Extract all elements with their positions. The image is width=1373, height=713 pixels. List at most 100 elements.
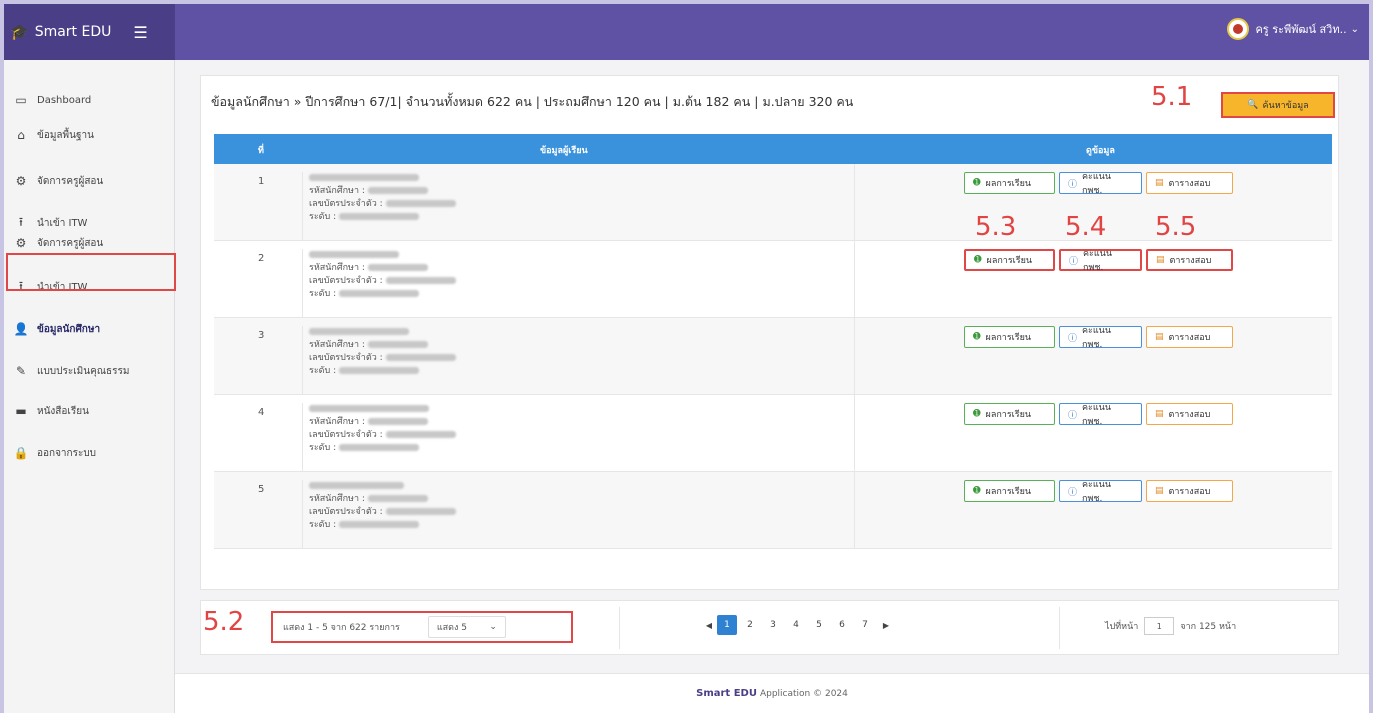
student-table: ที่ ข้อมูลผู้เรียน ดูข้อมูล 1 รหัสนักศึก…	[214, 134, 1332, 549]
exam-schedule-button[interactable]: ▤ ตารางสอบ	[1146, 172, 1233, 194]
id-card-icon: ▤	[1156, 255, 1165, 265]
id-card-icon: ▤	[1155, 178, 1164, 188]
info-circle-icon: ⓘ	[1068, 487, 1078, 498]
student-panel: ข้อมูลนักศึกษา » ปีการศึกษา 67/1| จำนวนท…	[200, 75, 1339, 590]
field-label: ระดับ :	[309, 443, 337, 453]
sidebar-item-label: นำเข้า ITW	[37, 217, 88, 229]
goto-page-input[interactable]: 1	[1144, 617, 1175, 635]
sidebar-item-logout[interactable]: 🔒 ออกจากระบบ	[4, 440, 175, 466]
row-number: 2	[258, 253, 265, 264]
user-menu[interactable]: ครู ระพีพัฒน์ สวิท.. ⌄	[1227, 18, 1359, 40]
avatar	[1227, 18, 1250, 40]
grades-button[interactable]: ➊ ผลการเรียน	[964, 403, 1055, 425]
page-2[interactable]: 2	[740, 615, 760, 635]
table-row: 2 รหัสนักศึกษา : เลขบัตรประจำตัว : ระดับ…	[214, 241, 1332, 318]
footer-brand: Smart EDU	[696, 688, 757, 699]
button-label: ผลการเรียน	[985, 179, 1032, 189]
exam-schedule-button[interactable]: ▤ ตารางสอบ	[1146, 249, 1233, 271]
per-page-value: แสดง 5	[436, 623, 467, 633]
annotation-label: 5.5	[1155, 212, 1197, 242]
goto-page: ไปที่หน้า 1 จาก 125 หน้า	[1105, 617, 1236, 635]
button-label: คะแนน กพช.	[1082, 326, 1111, 350]
grades-button[interactable]: ➊ ผลการเรียน	[964, 172, 1055, 194]
sidebar-item-textbooks[interactable]: ▬ หนังสือเรียน	[4, 398, 175, 424]
student-info: รหัสนักศึกษา : เลขบัตรประจำตัว : ระดับ :	[302, 249, 852, 317]
sidebar-item-ethics-survey[interactable]: ✎ แบบประเมินคุณธรรม	[4, 358, 175, 384]
annotation-label: 5.2	[203, 607, 245, 637]
grades-button[interactable]: ➊ ผลการเรียน	[964, 249, 1055, 271]
sidebar-item-label: ข้อมูลพื้นฐาน	[37, 129, 94, 141]
row-number: 4	[258, 407, 265, 418]
lock-icon: 🔒	[13, 446, 29, 460]
table-row: 4 รหัสนักศึกษา : เลขบัตรประจำตัว : ระดับ…	[214, 395, 1332, 472]
prev-page-icon[interactable]: ◀	[701, 621, 717, 630]
info-circle-icon: ⓘ	[1068, 410, 1078, 421]
exam-schedule-button[interactable]: ▤ ตารางสอบ	[1146, 403, 1233, 425]
id-card-icon: ▤	[1155, 486, 1164, 496]
student-name-redacted	[309, 405, 429, 412]
app-window: 🎓 Smart EDU ☰ ครู ระพีพัฒน์ สวิท.. ⌄ ▭ D…	[4, 4, 1369, 713]
exam-schedule-button[interactable]: ▤ ตารางสอบ	[1146, 480, 1233, 502]
button-label: ตารางสอบ	[1169, 256, 1212, 266]
student-info: รหัสนักศึกษา : เลขบัตรประจำตัว : ระดับ :	[302, 326, 852, 394]
brand[interactable]: 🎓 Smart EDU ☰	[4, 4, 175, 60]
page-5[interactable]: 5	[809, 615, 829, 635]
highlight-box	[6, 253, 176, 291]
student-name-redacted	[309, 482, 404, 489]
field-label: รหัสนักศึกษา :	[309, 263, 365, 273]
menu-toggle-icon[interactable]: ☰	[133, 23, 147, 42]
redacted-value	[385, 431, 456, 438]
column-divider	[854, 164, 855, 241]
button-label: ผลการเรียน	[985, 333, 1032, 343]
sidebar-item-dashboard[interactable]: ▭ Dashboard	[4, 87, 175, 113]
circle-arrow-icon: ➊	[974, 255, 982, 265]
score-button[interactable]: ⓘ คะแนน กพช.	[1059, 480, 1142, 504]
redacted-value	[385, 508, 456, 515]
goto-label: ไปที่หน้า	[1105, 622, 1139, 632]
circle-arrow-icon: ➊	[973, 178, 981, 188]
per-page-select[interactable]: แสดง 5 ⌄	[427, 616, 506, 638]
sidebar-item-label: ออกจากระบบ	[37, 447, 97, 459]
divider	[619, 607, 620, 649]
page-list: ◀ 1 2 3 4 5 6 7 ▶	[701, 615, 894, 635]
sidebar-item-students[interactable]: 👤 ข้อมูลนักศึกษา	[4, 316, 175, 342]
redacted-value	[367, 418, 428, 425]
page-4[interactable]: 4	[786, 615, 806, 635]
page-7[interactable]: 7	[855, 615, 875, 635]
sidebar-item-label: Dashboard	[37, 94, 92, 106]
sidebar: ▭ Dashboard ⌂ ข้อมูลพื้นฐาน ⚙ จัดการครูผ…	[4, 60, 175, 713]
score-button[interactable]: ⓘ คะแนน กพช.	[1059, 249, 1142, 273]
redacted-value	[339, 290, 419, 297]
graduation-cap-icon: 🎓	[10, 23, 29, 41]
score-button[interactable]: ⓘ คะแนน กพช.	[1059, 172, 1142, 196]
page-1[interactable]: 1	[717, 615, 737, 635]
score-button[interactable]: ⓘ คะแนน กพช.	[1059, 326, 1142, 350]
monitor-icon: ▭	[15, 93, 27, 107]
page-6[interactable]: 6	[832, 615, 852, 635]
next-page-icon[interactable]: ▶	[878, 621, 894, 630]
info-circle-icon: ⓘ	[1069, 256, 1079, 267]
student-name-redacted	[309, 328, 409, 335]
button-label: คะแนน กพช.	[1083, 249, 1112, 273]
score-button[interactable]: ⓘ คะแนน กพช.	[1059, 403, 1142, 427]
student-info: รหัสนักศึกษา : เลขบัตรประจำตัว : ระดับ :	[302, 172, 852, 240]
field-label: รหัสนักศึกษา :	[309, 417, 365, 427]
column-divider	[854, 395, 855, 472]
search-button[interactable]: 🔍 ค้นหาข้อมูล	[1221, 92, 1335, 118]
info-circle-icon: ⓘ	[1068, 179, 1078, 190]
sidebar-item-manage-teachers[interactable]: ⚙ จัดการครูผู้สอน	[4, 168, 175, 194]
grades-button[interactable]: ➊ ผลการเรียน	[964, 480, 1055, 502]
row-number: 5	[258, 484, 265, 495]
sidebar-item-label: หนังสือเรียน	[37, 405, 89, 417]
exam-schedule-button[interactable]: ▤ ตารางสอบ	[1146, 326, 1233, 348]
field-label: รหัสนักศึกษา :	[309, 494, 365, 504]
records-count: แสดง 1 - 5 จาก 622 รายการ	[283, 623, 400, 633]
sidebar-item-basic-info[interactable]: ⌂ ข้อมูลพื้นฐาน	[4, 122, 175, 148]
column-divider	[854, 472, 855, 549]
circle-arrow-icon: ➊	[973, 332, 981, 342]
redacted-value	[385, 277, 456, 284]
sidebar-item-label: จัดการครูผู้สอน	[37, 175, 104, 187]
page-3[interactable]: 3	[763, 615, 783, 635]
grades-button[interactable]: ➊ ผลการเรียน	[964, 326, 1055, 348]
header-view: ดูข้อมูล	[1086, 146, 1115, 156]
